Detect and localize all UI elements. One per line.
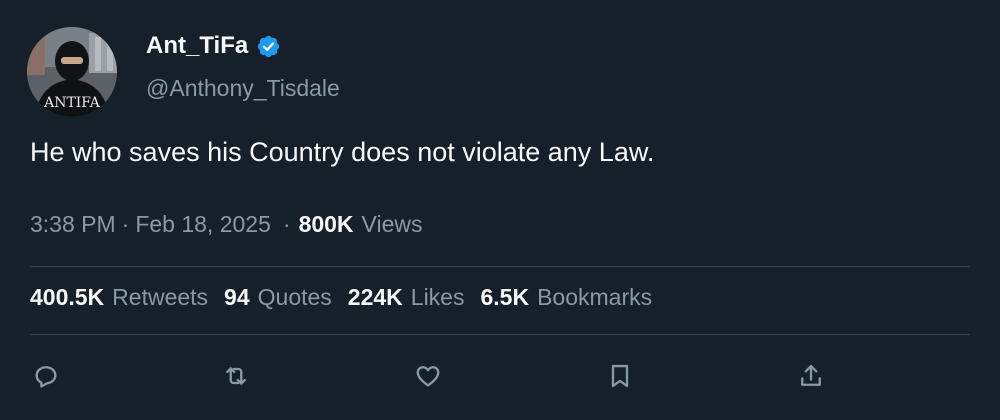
stat-quotes[interactable]: 94 Quotes [224, 284, 332, 311]
stat-likes-label: Likes [410, 284, 465, 310]
tweet-time[interactable]: 3:38 PM [30, 211, 116, 238]
divider-bottom [30, 334, 970, 335]
retweet-icon [226, 367, 246, 385]
stat-bookmarks-label: Bookmarks [537, 284, 653, 310]
bookmark-button[interactable] [604, 360, 636, 392]
avatar-logo-text: ANTIFA [43, 95, 101, 111]
stat-likes[interactable]: 224K Likes [348, 284, 465, 311]
tweet-meta-row: 3:38 PM · Feb 18, 2025 · 800K Views [30, 211, 422, 238]
like-button[interactable] [412, 360, 444, 392]
share-icon [801, 364, 821, 386]
stat-bookmarks-count: 6.5K [480, 284, 530, 310]
author-handle[interactable]: @Anthony_Tisdale [146, 75, 340, 102]
avatar[interactable]: ANTIFA [27, 27, 117, 117]
meta-dot: · [282, 211, 291, 237]
views-label: Views [361, 211, 423, 237]
stat-quotes-label: Quotes [257, 284, 332, 310]
tweet-card: ANTIFA Ant_TiFa @Anthony_Tisdale He who … [0, 0, 1000, 420]
stat-retweets-count: 400.5K [30, 284, 105, 310]
divider-top [30, 266, 970, 267]
tweet-text: He who saves his Country does not violat… [30, 137, 655, 167]
bookmark-icon [611, 364, 629, 388]
meta-separator: · [121, 211, 130, 237]
engagement-stats-row: 400.5K Retweets 94 Quotes 224K Likes 6.5… [30, 284, 652, 311]
verified-badge-icon [258, 35, 280, 57]
tweet-date[interactable]: Feb 18, 2025 [135, 211, 271, 238]
reply-button[interactable] [30, 360, 62, 392]
stat-bookmarks[interactable]: 6.5K Bookmarks [480, 284, 652, 311]
stat-retweets[interactable]: 400.5K Retweets [30, 284, 208, 311]
stat-retweets-label: Retweets [112, 284, 209, 310]
stat-likes-count: 224K [347, 284, 403, 310]
share-button[interactable] [795, 360, 827, 392]
author-name-row: Ant_TiFa [146, 32, 281, 60]
avatar-image: ANTIFA [27, 27, 117, 117]
stat-quotes-count: 94 [224, 284, 250, 310]
like-icon [416, 366, 440, 387]
reply-icon [35, 366, 57, 388]
author-display-name[interactable]: Ant_TiFa [146, 32, 248, 60]
retweet-button[interactable] [220, 360, 252, 392]
views-count[interactable]: 800K [299, 211, 354, 238]
